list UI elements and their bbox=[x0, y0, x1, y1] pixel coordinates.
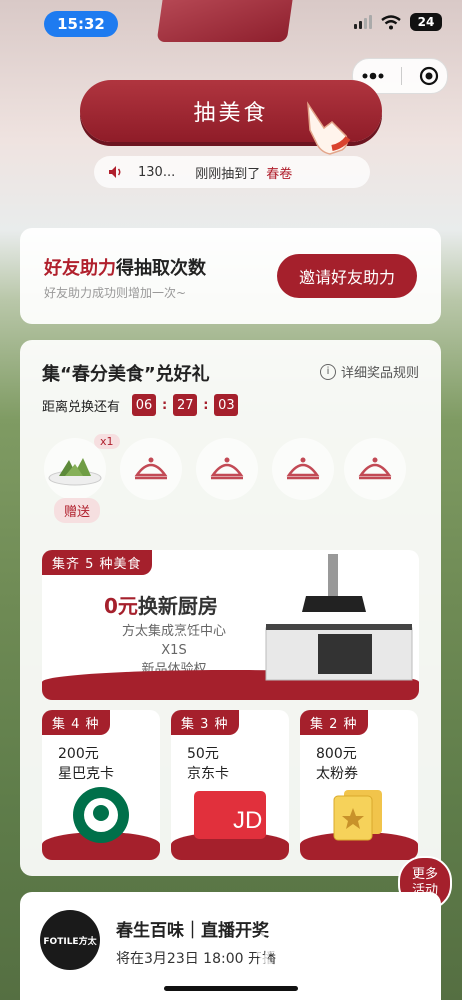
prize-value-jd: 50元 京东卡 bbox=[187, 744, 229, 784]
more-dots-icon[interactable] bbox=[362, 72, 384, 80]
grand-prize-card[interactable]: 集齐 5 种美食 0元换新厨房 方太集成烹饪中心X1S 新品体验权 bbox=[42, 550, 419, 700]
gift-box-decoration bbox=[156, 0, 294, 42]
slot-count-badge: x1 bbox=[94, 434, 120, 449]
livestream-time: 将在3月23日 18:00 开播 bbox=[116, 951, 276, 967]
prize-tag-2: 集 2 种 bbox=[300, 710, 368, 735]
grand-prize-sub-line1: 方太集成烹饪中心X1S bbox=[121, 624, 226, 658]
grand-prize-title: 0元换新厨房 bbox=[104, 590, 218, 619]
countdown-hours: 06 bbox=[132, 394, 157, 416]
friend-assist-highlight: 好友助力 bbox=[44, 258, 116, 279]
prize-rules-label: 详细奖品规则 bbox=[340, 366, 419, 381]
fotile-logo: FOTILE方太 bbox=[40, 910, 100, 970]
livestream-title: 春生百味｜直播开奖 bbox=[116, 921, 269, 941]
close-target-icon[interactable] bbox=[419, 66, 439, 86]
grand-prize-title-rest: 换新厨房 bbox=[137, 594, 218, 618]
cloche-icon bbox=[210, 457, 244, 480]
invite-friends-button[interactable]: 邀请好友助力 bbox=[277, 254, 417, 298]
food-slot-empty-1[interactable] bbox=[120, 438, 182, 500]
cloche-icon bbox=[358, 457, 392, 480]
wifi-icon bbox=[381, 14, 401, 29]
prize-rules-link[interactable]: i 详细奖品规则 bbox=[319, 362, 419, 381]
countdown: 距离兑换还有 06 : 27 : 03 bbox=[42, 394, 239, 416]
food-slot-zongzi[interactable] bbox=[44, 438, 106, 500]
coupon-ticket-icon bbox=[333, 790, 382, 841]
battery-icon: 24 bbox=[410, 13, 442, 31]
home-indicator[interactable] bbox=[164, 986, 298, 991]
cloche-icon bbox=[134, 457, 168, 480]
pointing-hand-icon bbox=[307, 101, 351, 155]
signal-icon bbox=[354, 15, 372, 29]
jd-card-icon: JD bbox=[194, 791, 266, 839]
countdown-seconds: 03 bbox=[214, 394, 239, 416]
status-icons: 24 bbox=[354, 13, 442, 31]
food-slot-empty-3[interactable] bbox=[272, 438, 334, 500]
prize-card-fan-coupon[interactable]: 集 2 种 800元 太粉券 bbox=[300, 710, 418, 860]
grand-prize-tag: 集齐 5 种美食 bbox=[42, 550, 152, 575]
starbucks-logo-icon bbox=[73, 787, 129, 843]
prize-value-coupon: 800元 太粉券 bbox=[316, 744, 358, 784]
ticker-item: 春卷 bbox=[266, 166, 293, 182]
prize-tag-4: 集 4 种 bbox=[42, 710, 110, 735]
cloche-icon bbox=[286, 457, 320, 480]
prize-tag-3: 集 3 种 bbox=[171, 710, 239, 735]
friend-assist-card: 好友助力得抽取次数 好友助力成功则增加一次~ 邀请好友助力 bbox=[20, 228, 441, 324]
grand-prize-title-red: 0元 bbox=[104, 594, 138, 618]
ticker-text: 刚刚抽到了 bbox=[195, 166, 261, 182]
countdown-minutes: 27 bbox=[173, 394, 198, 416]
prize-card-jd[interactable]: 集 3 种 50元 京东卡 JD bbox=[171, 710, 289, 860]
watermark-url: www.zhuanyes.com bbox=[262, 968, 421, 987]
food-slot-empty-4[interactable] bbox=[344, 438, 406, 500]
prize-card-starbucks[interactable]: 集 4 种 200元 星巴克卡 bbox=[42, 710, 160, 860]
prize-amount: 200元 bbox=[58, 746, 99, 762]
zongzi-icon bbox=[48, 458, 102, 486]
friend-assist-title-rest: 得抽取次数 bbox=[116, 258, 206, 279]
collect-title: 集“春分美食”兑好礼 bbox=[42, 364, 210, 385]
capsule-divider bbox=[400, 67, 402, 85]
gift-tag: 赠送 bbox=[54, 498, 101, 523]
info-icon: i bbox=[319, 363, 336, 380]
speaker-icon bbox=[109, 166, 121, 178]
more-activities-line1: 更多 bbox=[411, 867, 438, 882]
prize-amount: 800元 bbox=[316, 746, 357, 762]
winner-ticker: 130... 刚刚抽到了 春卷 bbox=[94, 156, 370, 188]
ticker-user: 130... bbox=[138, 164, 176, 180]
collect-food-card: 集“春分美食”兑好礼 i 详细奖品规则 距离兑换还有 06 : 27 : 03 … bbox=[20, 340, 441, 876]
svg-text:JD: JD bbox=[233, 807, 262, 834]
status-time: 15:32 bbox=[44, 11, 118, 37]
prize-amount: 50元 bbox=[187, 746, 219, 762]
prize-name: 太粉券 bbox=[316, 766, 358, 782]
countdown-label: 距离兑换还有 bbox=[42, 399, 121, 415]
prize-name: 星巴克卡 bbox=[58, 766, 114, 782]
prize-value-starbucks: 200元 星巴克卡 bbox=[58, 744, 114, 784]
friend-assist-title: 好友助力得抽取次数 bbox=[44, 254, 206, 280]
food-slot-empty-2[interactable] bbox=[196, 438, 258, 500]
prize-name: 京东卡 bbox=[187, 766, 229, 782]
kitchen-appliance-image bbox=[265, 554, 413, 681]
friend-assist-subtitle: 好友助力成功则增加一次~ bbox=[44, 286, 187, 300]
